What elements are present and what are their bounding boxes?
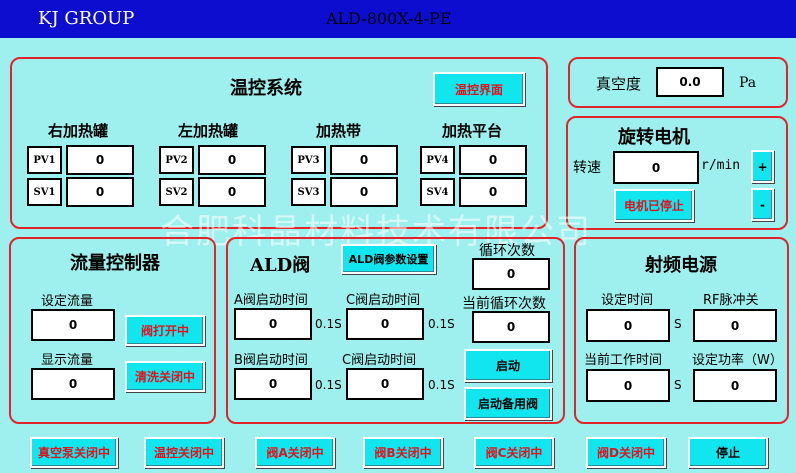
sv3-tag: SV3 xyxy=(291,178,326,206)
rf-set-time-label: 设定时间 xyxy=(601,293,654,308)
pv4-tag: PV4 xyxy=(420,146,455,174)
flow-show-value: 0 xyxy=(31,368,115,400)
valve-c2-time-unit: 0.1S xyxy=(428,378,455,392)
valve-open-button[interactable]: 阀打开中 xyxy=(125,315,205,346)
speed-minus-button[interactable]: - xyxy=(751,188,774,221)
motor-speed-unit: r/min xyxy=(701,158,741,173)
rf-current-time-label: 当前工作时间 xyxy=(584,353,663,368)
valve-c2-time-label: C阀启动时间 xyxy=(342,353,417,368)
temp-control-title: 温控系统 xyxy=(230,78,302,99)
sv1-tag: SV1 xyxy=(27,178,62,206)
current-cycle-value: 0 xyxy=(472,311,550,343)
vacuum-label: 真空度 xyxy=(596,75,642,93)
motor-speed-label: 转速 xyxy=(573,160,601,176)
valve-b-time-unit: 0.1S xyxy=(315,378,342,392)
group-title-heating-belt: 加热带 xyxy=(316,122,362,140)
valve-c-button[interactable]: 阀C关闭中 xyxy=(474,437,554,468)
pv3-value: 0 xyxy=(330,145,398,175)
flow-controller-title: 流量控制器 xyxy=(70,253,160,274)
rf-power-set-value[interactable]: 0 xyxy=(693,369,777,402)
flow-set-label: 设定流量 xyxy=(41,294,94,309)
ald-start-button[interactable]: 启动 xyxy=(464,349,552,382)
model-label: ALD-800X-4-PE xyxy=(326,9,452,28)
rf-current-time-unit: S xyxy=(674,378,682,392)
vacuum-pump-button[interactable]: 真空泵关闭中 xyxy=(30,437,118,468)
valve-d-button[interactable]: 阀D关闭中 xyxy=(586,437,666,468)
valve-b-button[interactable]: 阀B关闭中 xyxy=(363,437,443,468)
pv1-tag: PV1 xyxy=(27,146,62,174)
pv4-value: 0 xyxy=(459,145,527,175)
current-cycle-label: 当前循环次数 xyxy=(462,296,546,312)
cycle-label: 循环次数 xyxy=(479,243,535,259)
ald-backup-start-button[interactable]: 启动备用阀 xyxy=(464,387,552,420)
sv3-value[interactable]: 0 xyxy=(330,177,398,207)
pv2-tag: PV2 xyxy=(159,146,194,174)
rf-set-time-unit: S xyxy=(674,317,682,331)
temp-control-button[interactable]: 温控关闭中 xyxy=(144,437,224,468)
temp-ui-button[interactable]: 温控界面 xyxy=(433,72,525,106)
rf-pulse-label: RF脉冲关 xyxy=(703,293,759,308)
sv4-value[interactable]: 0 xyxy=(459,177,527,207)
group-title-left-heater: 左加热罐 xyxy=(178,122,239,140)
purge-close-button[interactable]: 清洗关闭中 xyxy=(125,361,205,392)
valve-a-time-unit: 0.1S xyxy=(315,317,342,331)
motor-speed-value[interactable]: 0 xyxy=(613,151,699,184)
flow-set-value[interactable]: 0 xyxy=(31,309,115,341)
ald-valve-title: ALD阀 xyxy=(250,255,311,276)
speed-plus-button[interactable]: + xyxy=(751,150,774,183)
ald-param-button[interactable]: ALD阀参数设置 xyxy=(341,244,436,274)
stop-button[interactable]: 停止 xyxy=(688,437,768,468)
sv4-tag: SV4 xyxy=(420,178,455,206)
rf-power-set-label: 设定功率（W） xyxy=(692,353,783,368)
pv1-value: 0 xyxy=(66,145,134,175)
sv2-value[interactable]: 0 xyxy=(198,177,266,207)
valve-c1-time-value[interactable]: 0 xyxy=(346,308,424,340)
valve-b-time-label: B阀启动时间 xyxy=(234,353,308,368)
valve-c1-time-label: C阀启动时间 xyxy=(346,293,421,308)
motor-status-button[interactable]: 电机已停止 xyxy=(614,189,694,222)
pv3-tag: PV3 xyxy=(291,146,326,174)
valve-a-time-label: A阀启动时间 xyxy=(234,293,308,308)
flow-show-label: 显示流量 xyxy=(41,353,94,368)
rf-set-time-value[interactable]: 0 xyxy=(586,309,670,342)
valve-c1-time-unit: 0.1S xyxy=(428,317,455,331)
rf-current-time-value: 0 xyxy=(586,369,670,402)
motor-title: 旋转电机 xyxy=(618,127,690,148)
valve-a-button[interactable]: 阀A关闭中 xyxy=(255,437,335,468)
vacuum-value: 0.0 xyxy=(656,67,724,97)
vacuum-unit: Pa xyxy=(739,75,757,91)
rf-power-title: 射频电源 xyxy=(645,255,717,276)
group-title-right-heater: 右加热罐 xyxy=(48,122,109,140)
rf-pulse-value[interactable]: 0 xyxy=(693,309,777,342)
sv1-value[interactable]: 0 xyxy=(66,177,134,207)
group-title-heating-platform: 加热平台 xyxy=(442,122,503,140)
pv2-value: 0 xyxy=(198,145,266,175)
valve-c2-time-value[interactable]: 0 xyxy=(346,368,424,400)
valve-a-time-value[interactable]: 0 xyxy=(234,308,312,340)
cycle-value[interactable]: 0 xyxy=(472,258,550,290)
valve-b-time-value[interactable]: 0 xyxy=(234,368,312,400)
brand-label: KJ GROUP xyxy=(38,8,135,29)
sv2-tag: SV2 xyxy=(159,178,194,206)
